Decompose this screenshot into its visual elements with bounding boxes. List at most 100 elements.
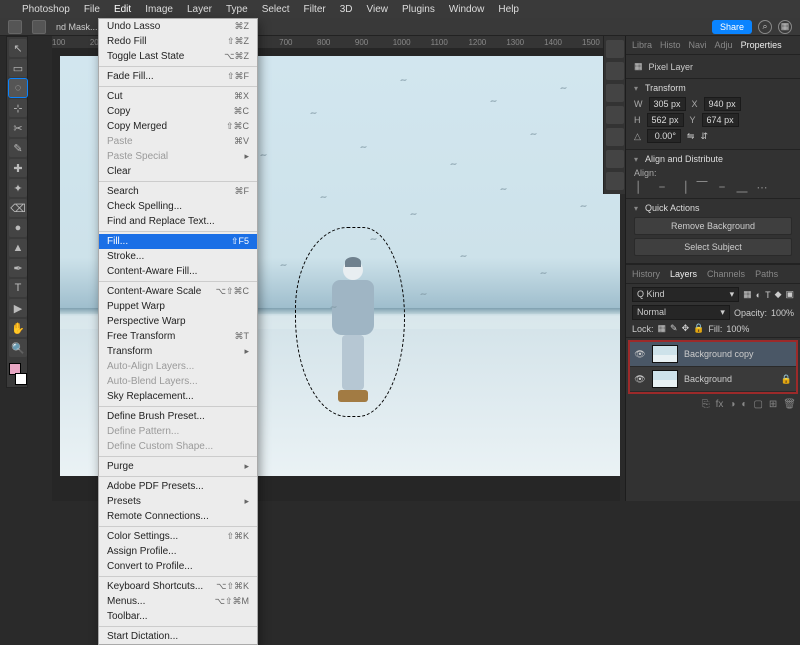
transform-w[interactable]: 305 px (649, 97, 686, 111)
select-subject-button[interactable]: Select Subject (634, 238, 792, 256)
link-layers-icon[interactable]: ⎘ (702, 399, 710, 410)
menu-item[interactable]: Clear (99, 164, 257, 179)
align-vcenter-icon[interactable]: ⎯ (714, 181, 730, 194)
menu-item[interactable]: Convert to Profile... (99, 559, 257, 574)
menu-item[interactable]: Content-Aware Fill... (99, 264, 257, 279)
menu-item[interactable]: Define Brush Preset... (99, 409, 257, 424)
tool-button[interactable]: ▭ (9, 59, 27, 77)
layer-filter-kind[interactable]: Q Kind▾ (632, 287, 739, 302)
flip-v-icon[interactable]: ⇵ (700, 131, 708, 142)
layer-mask-icon[interactable]: ◑ (729, 399, 735, 410)
new-layer-icon[interactable]: ⊞ (769, 399, 777, 410)
menu-item[interactable]: Cut⌘X (99, 89, 257, 104)
tool-button[interactable]: ✦ (9, 179, 27, 197)
search-icon[interactable]: ⌕ (758, 20, 772, 34)
transform-title[interactable]: Transform (634, 83, 792, 93)
filter-shape-icon[interactable]: ◆ (775, 289, 782, 300)
tool-button[interactable]: ⌫ (9, 199, 27, 217)
menu-item[interactable]: Toolbar... (99, 609, 257, 624)
distribute-icon[interactable]: ⋯ (754, 181, 770, 194)
lock-all-icon[interactable]: 🔒 (693, 323, 704, 334)
current-tool-icon[interactable] (32, 20, 46, 34)
menu-item[interactable]: Color Settings...⇧⌘K (99, 529, 257, 544)
tool-button[interactable]: ▲ (9, 239, 27, 257)
transform-x[interactable]: 940 px (704, 97, 741, 111)
filter-smart-icon[interactable]: ▣ (785, 289, 794, 300)
menu-layer[interactable]: Layer (187, 4, 212, 15)
menu-item[interactable]: Fill...⇧F5 (99, 234, 257, 249)
menu-window[interactable]: Window (449, 4, 485, 15)
menu-item[interactable]: Transform▸ (99, 344, 257, 359)
menu-item[interactable]: Sky Replacement... (99, 389, 257, 404)
dock-icon[interactable] (606, 84, 624, 102)
tool-button[interactable]: ▶ (9, 299, 27, 317)
menu-image[interactable]: Image (145, 4, 173, 15)
menu-view[interactable]: View (367, 4, 389, 15)
align-hcenter-icon[interactable]: ⎯ (654, 181, 670, 194)
dock-icon[interactable] (606, 62, 624, 80)
tab-navigator[interactable]: Navi (689, 40, 707, 50)
remove-background-button[interactable]: Remove Background (634, 217, 792, 235)
dock-icon[interactable] (606, 106, 624, 124)
layer-row[interactable]: 👁Background🔒 (630, 367, 796, 392)
menu-item[interactable]: Menus...⌥⇧⌘M (99, 594, 257, 609)
align-title[interactable]: Align and Distribute (634, 154, 792, 164)
delete-layer-icon[interactable]: 🗑 (783, 399, 796, 410)
menu-select[interactable]: Select (262, 4, 290, 15)
lock-transparency-icon[interactable]: ▦ (658, 323, 667, 334)
dock-icon[interactable] (606, 128, 624, 146)
tool-button[interactable]: ✚ (9, 159, 27, 177)
menu-item[interactable]: Free Transform⌘T (99, 329, 257, 344)
flip-h-icon[interactable]: ⇋ (687, 131, 695, 142)
dock-icon[interactable] (606, 150, 624, 168)
menu-item[interactable]: Start Dictation... (99, 629, 257, 644)
layer-thumbnail[interactable] (652, 370, 678, 388)
menu-item[interactable]: Check Spelling... (99, 199, 257, 214)
group-icon[interactable]: ▢ (753, 399, 762, 410)
fill-value[interactable]: 100% (726, 324, 749, 334)
lock-pixels-icon[interactable]: ✎ (670, 323, 678, 334)
tab-layers[interactable]: Layers (670, 269, 697, 279)
tab-libraries[interactable]: Libra (632, 40, 652, 50)
menu-item[interactable]: Copy Merged⇧⌘C (99, 119, 257, 134)
menu-help[interactable]: Help (498, 4, 519, 15)
lock-position-icon[interactable]: ✥ (682, 323, 690, 334)
transform-h[interactable]: 562 px (647, 113, 684, 127)
layer-row[interactable]: 👁Background copy (630, 342, 796, 367)
menu-filter[interactable]: Filter (303, 4, 325, 15)
tool-button[interactable]: ✎ (9, 139, 27, 157)
menu-item[interactable]: Undo Lasso⌘Z (99, 19, 257, 34)
menu-item[interactable]: Fade Fill...⇧⌘F (99, 69, 257, 84)
tab-adjustments[interactable]: Adju (715, 40, 733, 50)
opacity-value[interactable]: 100% (771, 308, 794, 318)
layer-fx-icon[interactable]: fx (716, 399, 724, 410)
tool-button[interactable]: 🔍 (9, 339, 27, 357)
layer-name[interactable]: Background copy (684, 349, 754, 359)
tool-button[interactable]: ● (9, 219, 27, 237)
tab-properties[interactable]: Properties (741, 40, 782, 50)
tab-history[interactable]: History (632, 269, 660, 279)
dock-icon[interactable] (606, 40, 624, 58)
menu-item[interactable]: Content-Aware Scale⌥⇧⌘C (99, 284, 257, 299)
menu-item[interactable]: Copy⌘C (99, 104, 257, 119)
menu-item[interactable]: Keyboard Shortcuts...⌥⇧⌘K (99, 579, 257, 594)
home-icon[interactable] (8, 20, 22, 34)
menu-item[interactable]: Find and Replace Text... (99, 214, 257, 229)
align-top-icon[interactable]: ⎺ (694, 181, 710, 194)
tab-channels[interactable]: Channels (707, 269, 745, 279)
tool-button[interactable]: ◌ (9, 79, 27, 97)
layer-name[interactable]: Background (684, 374, 732, 384)
menu-item[interactable]: Search⌘F (99, 184, 257, 199)
dock-icon[interactable] (606, 172, 624, 190)
visibility-eye-icon[interactable]: 👁 (634, 374, 646, 385)
adjustment-layer-icon[interactable]: ◐ (741, 399, 747, 410)
share-button[interactable]: Share (712, 20, 752, 34)
menu-plugins[interactable]: Plugins (402, 4, 435, 15)
tab-paths[interactable]: Paths (755, 269, 778, 279)
menu-item[interactable]: Remote Connections... (99, 509, 257, 524)
filter-pixel-icon[interactable]: ▦ (743, 289, 752, 300)
menu-photoshop[interactable]: Photoshop (22, 4, 70, 15)
menu-type[interactable]: Type (226, 4, 248, 15)
menu-item[interactable]: Purge▸ (99, 459, 257, 474)
align-right-icon[interactable]: ▕ (674, 181, 690, 194)
